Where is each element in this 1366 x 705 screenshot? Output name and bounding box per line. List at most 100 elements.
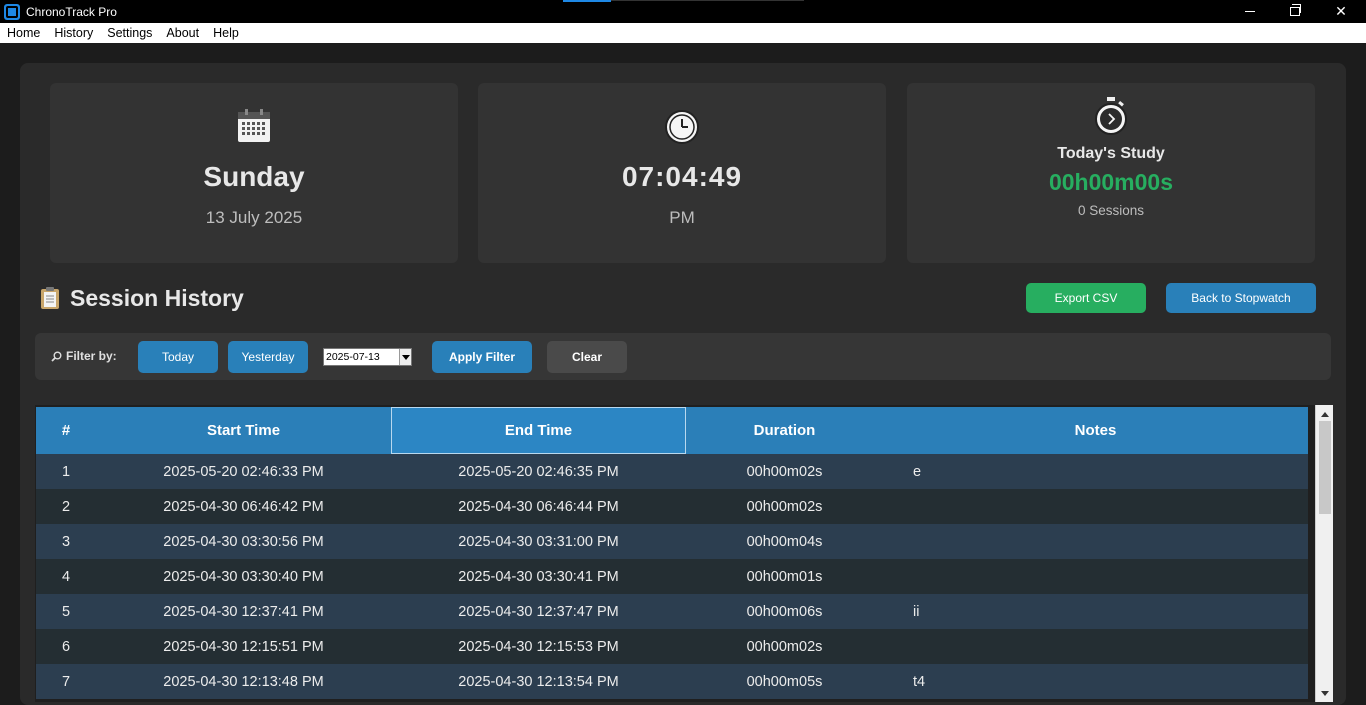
- cell-end-time: 2025-05-20 02:46:35 PM: [458, 463, 619, 480]
- cell-end-time: 2025-04-30 06:46:44 PM: [458, 498, 619, 515]
- yesterday-button[interactable]: Yesterday: [228, 341, 308, 373]
- clear-filter-button[interactable]: Clear: [547, 341, 627, 373]
- cell-notes: [883, 524, 1308, 559]
- column-header-number[interactable]: #: [36, 407, 96, 454]
- scrollbar-thumb[interactable]: [1319, 421, 1331, 514]
- ampm-text: PM: [669, 208, 695, 227]
- title-bar: ChronoTrack Pro ✕: [0, 0, 1366, 23]
- cell-duration: 00h00m04s: [746, 533, 823, 550]
- cell-notes: ii: [913, 603, 920, 620]
- cell-end-time: 2025-04-30 12:15:53 PM: [458, 638, 619, 655]
- menu-home[interactable]: Home: [0, 23, 47, 43]
- cell-start-time: 2025-04-30 12:15:51 PM: [163, 638, 324, 655]
- filter-label: Filter by:: [66, 349, 117, 363]
- window-title: ChronoTrack Pro: [26, 4, 117, 19]
- cell-start-time: 2025-04-30 12:37:41 PM: [163, 603, 324, 620]
- column-header-start-time[interactable]: Start Time: [96, 407, 391, 454]
- table-row[interactable]: 1 2025-05-20 02:46:33 PM 2025-05-20 02:4…: [36, 454, 1308, 489]
- cell-number: 1: [61, 463, 71, 480]
- stopwatch-icon: [1095, 97, 1127, 135]
- study-label: Today's Study: [1057, 145, 1165, 162]
- clock-icon: [665, 110, 699, 144]
- cell-duration: 00h00m02s: [746, 498, 823, 515]
- cell-end-time: 2025-04-30 12:13:54 PM: [458, 673, 619, 690]
- cell-notes: [883, 559, 1308, 594]
- main-panel: Sunday 13 July 2025 07:04:49 PM Today's …: [20, 63, 1346, 705]
- cell-start-time: 2025-04-30 03:30:56 PM: [163, 533, 324, 550]
- cell-end-time: 2025-04-30 03:31:00 PM: [458, 533, 619, 550]
- cell-number: 2: [61, 498, 71, 515]
- restore-icon: [1290, 4, 1301, 16]
- cell-duration: 00h00m02s: [746, 463, 823, 480]
- cell-number: 4: [61, 568, 71, 585]
- cell-notes: [883, 629, 1308, 664]
- filter-label-group: Filter by:: [51, 349, 117, 363]
- table-row[interactable]: 7 2025-04-30 12:13:48 PM 2025-04-30 12:1…: [36, 664, 1308, 699]
- menu-help[interactable]: Help: [206, 23, 246, 43]
- date-picker-value: 2025-07-13: [326, 351, 380, 363]
- study-duration: 00h00m00s: [1048, 169, 1174, 195]
- cell-notes: e: [913, 463, 922, 480]
- date-picker[interactable]: 2025-07-13: [323, 348, 412, 366]
- table-row[interactable]: 6 2025-04-30 12:15:51 PM 2025-04-30 12:1…: [36, 629, 1308, 664]
- clipboard-icon: [41, 287, 59, 309]
- cell-duration: 00h00m01s: [746, 568, 823, 585]
- date-card: Sunday 13 July 2025: [50, 83, 458, 263]
- app-logo-icon: [4, 3, 20, 20]
- title-accent-line: [611, 0, 804, 1]
- cell-number: 3: [61, 533, 71, 550]
- cell-notes: t4: [913, 673, 926, 690]
- clock-card: 07:04:49 PM: [478, 83, 886, 263]
- table-row[interactable]: 2 2025-04-30 06:46:42 PM 2025-04-30 06:4…: [36, 489, 1308, 524]
- minimize-button[interactable]: [1227, 0, 1273, 23]
- close-icon: ✕: [1335, 3, 1347, 19]
- minimize-icon: [1245, 11, 1255, 12]
- close-button[interactable]: ✕: [1318, 0, 1364, 23]
- cell-duration: 00h00m06s: [746, 603, 823, 620]
- cell-start-time: 2025-04-30 06:46:42 PM: [163, 498, 324, 515]
- column-header-duration[interactable]: Duration: [686, 407, 883, 454]
- apply-filter-button[interactable]: Apply Filter: [432, 341, 532, 373]
- cell-end-time: 2025-04-30 03:30:41 PM: [458, 568, 619, 585]
- table-row[interactable]: 4 2025-04-30 03:30:40 PM 2025-04-30 03:3…: [36, 559, 1308, 594]
- weekday-text: Sunday: [203, 161, 305, 192]
- calendar-icon: [238, 109, 270, 142]
- table-row[interactable]: 3 2025-04-30 03:30:56 PM 2025-04-30 03:3…: [36, 524, 1308, 559]
- column-header-notes[interactable]: Notes: [883, 407, 1308, 454]
- date-dropdown-button[interactable]: [399, 349, 411, 365]
- scroll-down-arrow-icon[interactable]: [1319, 687, 1331, 699]
- table-row[interactable]: 5 2025-04-30 12:37:41 PM 2025-04-30 12:3…: [36, 594, 1308, 629]
- menu-bar: Home History Settings About Help: [0, 23, 1366, 43]
- cell-duration: 00h00m02s: [746, 638, 823, 655]
- table-body: 1 2025-05-20 02:46:33 PM 2025-05-20 02:4…: [36, 454, 1308, 699]
- cell-number: 6: [61, 638, 71, 655]
- table-header: # Start Time End Time Duration Notes: [36, 407, 1308, 454]
- cell-notes: [883, 489, 1308, 524]
- back-to-stopwatch-button[interactable]: Back to Stopwatch: [1166, 283, 1316, 313]
- cell-start-time: 2025-04-30 12:13:48 PM: [163, 673, 324, 690]
- today-button[interactable]: Today: [138, 341, 218, 373]
- page-title: Session History: [70, 284, 244, 311]
- history-header: Session History: [40, 283, 244, 313]
- menu-about[interactable]: About: [159, 23, 206, 43]
- chevron-down-icon: [401, 354, 410, 360]
- session-table: # Start Time End Time Duration Notes 1 2…: [35, 405, 1333, 702]
- cell-end-time: 2025-04-30 12:37:47 PM: [458, 603, 619, 620]
- date-text: 13 July 2025: [205, 208, 303, 227]
- sessions-count: 0 Sessions: [1077, 203, 1145, 218]
- cell-number: 5: [61, 603, 71, 620]
- filter-bar: Filter by: Today Yesterday 2025-07-13 Ap…: [35, 333, 1331, 380]
- scroll-up-arrow-icon[interactable]: [1319, 408, 1331, 420]
- restore-button[interactable]: [1272, 0, 1318, 23]
- cell-number: 7: [61, 673, 71, 690]
- title-accent-bar: [563, 0, 611, 2]
- menu-history[interactable]: History: [47, 23, 100, 43]
- export-csv-button[interactable]: Export CSV: [1026, 283, 1146, 313]
- menu-settings[interactable]: Settings: [100, 23, 159, 43]
- study-card: Today's Study 00h00m00s 0 Sessions: [907, 83, 1315, 263]
- cell-start-time: 2025-04-30 03:30:40 PM: [163, 568, 324, 585]
- column-header-end-time[interactable]: End Time: [391, 407, 686, 454]
- cell-duration: 00h00m05s: [746, 673, 823, 690]
- table-scrollbar[interactable]: [1315, 405, 1333, 702]
- current-time: 07:04:49: [621, 161, 743, 192]
